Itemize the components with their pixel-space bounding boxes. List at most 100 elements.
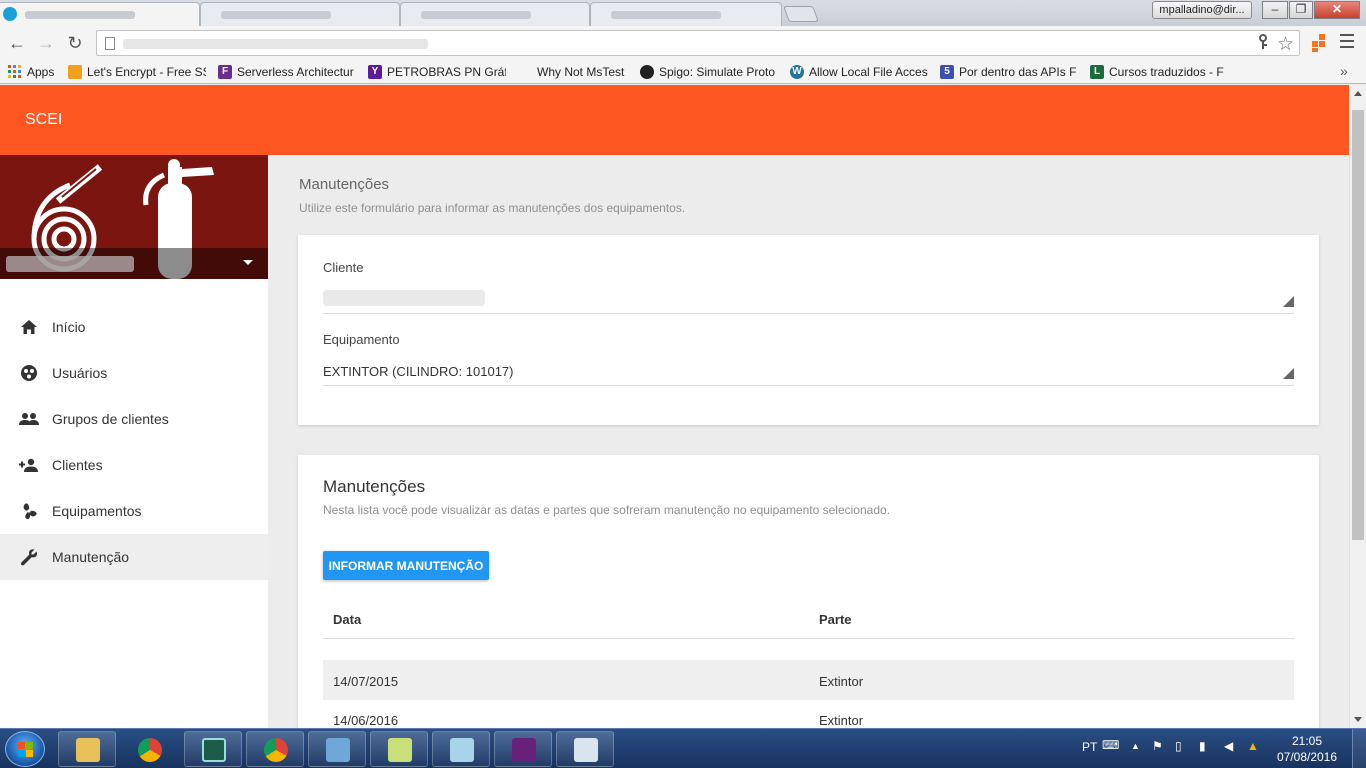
browser-tab[interactable] [200, 2, 400, 26]
bookmark-apis[interactable]: 5 Por dentro das APIs F [940, 63, 1078, 81]
chevron-down-icon[interactable] [243, 260, 253, 265]
blank-page-icon [518, 65, 532, 79]
column-header-data[interactable]: Data [333, 612, 361, 627]
taskbar-app-chrome[interactable] [120, 731, 178, 767]
sidebar-header [0, 155, 268, 279]
battery-icon[interactable]: ▯ [1175, 739, 1182, 768]
bookmark-apps[interactable]: Apps [8, 63, 58, 81]
back-button[interactable]: ← [6, 32, 28, 54]
table-row[interactable]: 14/06/2016 Extintor [323, 700, 1294, 728]
start-button[interactable] [5, 731, 45, 767]
html5-icon: 5 [940, 65, 954, 79]
keyboard-icon[interactable]: ⌨ [1102, 738, 1119, 768]
equipment-select[interactable]: EXTINTOR (CILINDRO: 101017) [323, 358, 1294, 386]
page-icon [105, 37, 115, 50]
network-icon[interactable]: ▮ [1199, 739, 1206, 768]
main-content: Manutenções Utilize este formulário para… [268, 155, 1349, 728]
new-tab-button[interactable] [783, 6, 819, 22]
tab-title-blurred [221, 11, 331, 19]
informar-manutencao-button[interactable]: INFORMAR MANUTENÇÃO [323, 551, 489, 580]
wordpress-icon: W [790, 65, 804, 79]
bookmarks-overflow-icon[interactable]: » [1340, 63, 1348, 79]
browser-tab-active[interactable] [0, 2, 200, 26]
taskbar-app-notepad-plus[interactable] [370, 731, 428, 767]
page-title: Manutenções [299, 176, 390, 193]
extension-icon[interactable] [1310, 31, 1332, 53]
scrollbar-thumb[interactable] [1352, 110, 1364, 540]
page-scrollbar[interactable] [1349, 85, 1366, 728]
dropdown-arrow-icon [1283, 296, 1294, 307]
client-select[interactable] [323, 286, 1294, 314]
chrome-icon [264, 738, 288, 762]
taskbar-app-paint[interactable] [556, 731, 614, 767]
system-clock[interactable]: 21:05 07/08/2016 [1268, 733, 1346, 765]
account-button[interactable]: mpalladino@dir... [1152, 1, 1252, 19]
table-row[interactable]: 14/07/2015 Extintor [323, 660, 1294, 700]
equipment-label: Equipamento [323, 332, 400, 347]
sidebar-item-manutencao[interactable]: Manutenção [0, 534, 268, 580]
users-circle-icon [19, 363, 39, 383]
browser-menu-icon[interactable] [1340, 34, 1354, 50]
action-center-icon[interactable]: ⚑ [1152, 739, 1163, 768]
url-blurred [123, 39, 428, 49]
browser-tab-strip: mpalladino@dir... – ❐ ✕ [0, 0, 1366, 26]
language-indicator[interactable]: PT [1082, 740, 1097, 768]
sidebar-item-label: Grupos de clientes [52, 411, 169, 427]
github-icon [640, 65, 654, 79]
volume-icon[interactable]: ◀ [1224, 739, 1233, 768]
serverless-icon: F [218, 65, 232, 79]
bookmark-lets-encrypt[interactable]: Let's Encrypt - Free SS [68, 63, 206, 81]
forward-button[interactable]: → [35, 32, 57, 54]
address-bar[interactable]: ☆ [96, 30, 1300, 56]
close-window-button[interactable]: ✕ [1314, 1, 1360, 19]
sidebar-item-inicio[interactable]: Início [0, 304, 268, 350]
sidebar-item-label: Equipamentos [52, 503, 142, 519]
bookmark-serverless[interactable]: F Serverless Architectur [218, 63, 356, 81]
clock-date: 07/08/2016 [1276, 750, 1338, 764]
browser-tab[interactable] [400, 2, 590, 26]
reload-button[interactable]: ↻ [64, 32, 86, 54]
bookmark-cursos[interactable]: L Cursos traduzidos - F [1090, 63, 1228, 81]
lynda-icon: L [1090, 65, 1104, 79]
tab-favicon-icon [3, 7, 17, 21]
chrome-icon [138, 738, 162, 762]
scroll-down-icon[interactable] [1354, 717, 1362, 722]
bookmark-star-icon[interactable]: ☆ [1277, 33, 1294, 56]
sidebar-item-usuarios[interactable]: Usuários [0, 350, 268, 396]
sidebar-item-equipamentos[interactable]: Equipamentos [0, 488, 268, 534]
bookmark-petrobras[interactable]: Y PETROBRAS PN Gráfic [368, 63, 506, 81]
taskbar-app-notepad[interactable] [432, 731, 490, 767]
show-hidden-icons-icon[interactable]: ▲ [1131, 741, 1140, 768]
taskbar: PT ⌨ ▲ ⚑ ▯ ▮ ◀ ▲ 21:05 07/08/2016 [0, 728, 1366, 768]
equipment-value: EXTINTOR (CILINDRO: 101017) [323, 364, 514, 379]
client-value-blurred [323, 290, 485, 306]
sidebar-item-grupos-de-clientes[interactable]: Grupos de clientes [0, 396, 268, 442]
bookmark-label: Why Not MsTest [537, 65, 625, 79]
browser-toolbar: ← → ↻ ☆ [0, 26, 1366, 60]
column-header-parte[interactable]: Parte [819, 612, 852, 627]
sidebar-item-label: Usuários [52, 365, 108, 381]
bookmark-spigo[interactable]: Spigo: Simulate Proto [640, 63, 778, 81]
browser-tab[interactable] [590, 2, 782, 26]
taskbar-app-control-panel[interactable] [308, 731, 366, 767]
sidebar: Início Usuários Grupos de clientes Clien… [0, 155, 268, 728]
google-drive-icon[interactable]: ▲ [1247, 739, 1259, 768]
taskbar-app-visual-studio[interactable] [494, 731, 552, 767]
bookmark-allow-local-file[interactable]: W Allow Local File Acces [790, 63, 928, 81]
taskbar-app-terminal[interactable] [184, 731, 242, 767]
apps-grid-icon [8, 65, 22, 79]
maximize-button[interactable]: ❐ [1289, 1, 1313, 19]
sidebar-item-clientes[interactable]: Clientes [0, 442, 268, 488]
user-bar[interactable] [0, 248, 268, 279]
scroll-up-icon[interactable] [1354, 91, 1362, 96]
taskbar-app-chrome-active[interactable] [246, 731, 304, 767]
taskbar-app-explorer[interactable] [58, 731, 116, 767]
app-bar: SCEI [0, 85, 1349, 155]
user-name-blurred [6, 256, 134, 272]
show-desktop-button[interactable] [1352, 729, 1366, 768]
key-icon[interactable] [1257, 34, 1269, 55]
table-header-divider [323, 638, 1294, 639]
bookmark-why-not-mstest[interactable]: Why Not MsTest [518, 63, 630, 81]
minimize-button[interactable]: – [1262, 1, 1288, 19]
row-date: 14/06/2016 [333, 713, 399, 728]
